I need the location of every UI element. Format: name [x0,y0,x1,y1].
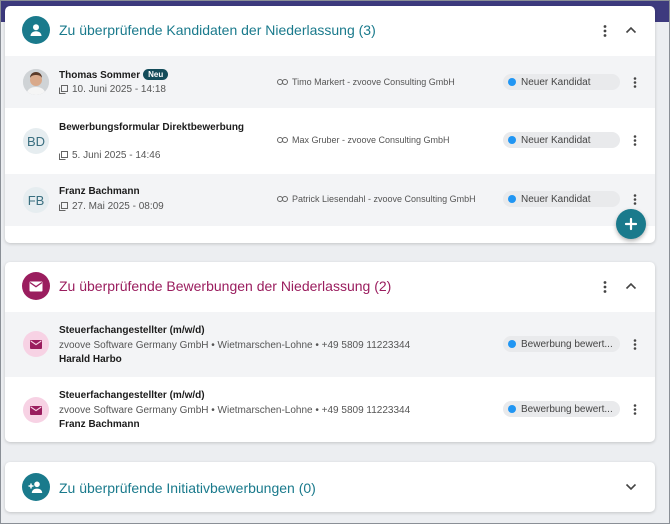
applications-card: Zu überprüfende Bewerbungen der Niederla… [5,262,655,442]
mail-icon [23,397,49,423]
candidate-consultant: Timo Markert - zvoove Consulting GmbH [277,77,455,87]
status-chip[interactable]: Bewerbung bewert... [503,401,620,417]
candidate-date-text: 5. Juni 2025 - 14:46 [72,150,161,161]
person-icon [22,16,50,44]
copy-icon [59,202,68,211]
candidate-date: 10. Juni 2025 - 14:18 [59,84,166,95]
status-chip[interactable]: Neuer Kandidat [503,74,620,90]
more-vert-icon[interactable] [599,276,611,298]
candidate-consultant: Patrick Liesendahl - zvoove Consulting G… [277,194,476,204]
status-chip[interactable]: Neuer Kandidat [503,191,620,207]
application-row[interactable]: Steuerfachangestellter (m/w/d) zvoove So… [5,377,655,442]
candidate-name: Bewerbungsformular Direktbewerbung [59,122,245,133]
new-badge: Neu [143,69,169,80]
status-text: Neuer Kandidat [521,193,591,205]
more-vert-icon[interactable] [599,20,611,42]
candidate-date: 5. Juni 2025 - 14:46 [59,150,160,161]
candidate-date-text: 10. Juni 2025 - 14:18 [72,84,166,95]
initiative-title: Zu überprüfende Initiativbewerbungen (0) [59,480,316,496]
candidate-initials-avatar: FB [23,187,49,213]
link-icon [277,137,288,143]
candidates-card: Zu überprüfende Kandidaten der Niederlas… [5,6,655,243]
add-candidate-button[interactable] [616,209,646,239]
mail-icon [22,272,50,300]
candidate-row[interactable]: Thomas Sommer Neu 10. Juni 2025 - 14:18 T… [5,56,655,108]
candidate-initials-avatar: BD [23,128,49,154]
row-more-icon[interactable] [630,74,640,90]
candidates-header[interactable]: Zu überprüfende Kandidaten der Niederlas… [5,6,655,56]
link-icon [277,79,288,85]
status-text: Bewerbung bewert... [521,338,613,350]
candidate-consultant: Max Gruber - zvoove Consulting GmbH [277,135,450,145]
person-add-icon [22,473,50,501]
candidate-date: 27. Mai 2025 - 08:09 [59,201,164,212]
applications-header[interactable]: Zu überprüfende Bewerbungen der Niederla… [5,262,655,312]
candidates-title: Zu überprüfende Kandidaten der Niederlas… [59,22,376,38]
job-title: Steuerfachangestellter (m/w/d) [59,390,205,401]
candidate-photo-avatar [23,69,49,95]
status-dot [508,78,516,86]
candidate-name: Franz Bachmann [59,186,140,197]
initiative-card: Zu überprüfende Initiativbewerbungen (0) [5,462,655,512]
link-icon [277,196,288,202]
company-info: zvoove Software Germany GmbH • Wietmarsc… [59,340,411,351]
candidate-date-text: 27. Mai 2025 - 08:09 [72,201,164,212]
status-chip[interactable]: Bewerbung bewert... [503,336,620,352]
status-text: Neuer Kandidat [521,76,591,88]
status-dot [508,136,516,144]
candidate-name: Thomas Sommer Neu [59,69,169,81]
row-more-icon[interactable] [630,132,640,148]
consultant-text: Timo Markert - zvoove Consulting GmbH [292,77,455,87]
status-text: Bewerbung bewert... [521,403,613,415]
plus-icon [624,217,638,231]
applicant-name: Harald Harbo [59,354,122,365]
status-chip[interactable]: Neuer Kandidat [503,132,620,148]
chevron-up-icon[interactable] [624,278,638,294]
mail-icon [23,331,49,357]
job-title: Steuerfachangestellter (m/w/d) [59,325,205,336]
row-more-icon[interactable] [630,191,640,207]
chevron-up-icon[interactable] [624,22,638,38]
application-row[interactable]: Steuerfachangestellter (m/w/d) zvoove So… [5,312,655,377]
candidate-name-text: Thomas Sommer [59,70,141,81]
copy-icon [59,85,68,94]
consultant-text: Max Gruber - zvoove Consulting GmbH [292,135,450,145]
copy-icon [59,151,68,160]
status-dot [508,195,516,203]
candidate-row[interactable]: FB Franz Bachmann 27. Mai 2025 - 08:09 P… [5,174,655,226]
company-info: zvoove Software Germany GmbH • Wietmarsc… [59,405,411,416]
candidate-row[interactable]: BD Bewerbungsformular Direktbewerbung 5.… [5,108,655,174]
status-text: Neuer Kandidat [521,134,591,146]
chevron-down-icon[interactable] [624,479,638,495]
applicant-name: Franz Bachmann [59,419,140,430]
row-more-icon[interactable] [630,401,640,417]
status-dot [508,405,516,413]
consultant-text: Patrick Liesendahl - zvoove Consulting G… [292,194,476,204]
applications-title: Zu überprüfende Bewerbungen der Niederla… [59,278,392,294]
status-dot [508,340,516,348]
initiative-header[interactable]: Zu überprüfende Initiativbewerbungen (0) [5,462,655,512]
row-more-icon[interactable] [630,336,640,352]
